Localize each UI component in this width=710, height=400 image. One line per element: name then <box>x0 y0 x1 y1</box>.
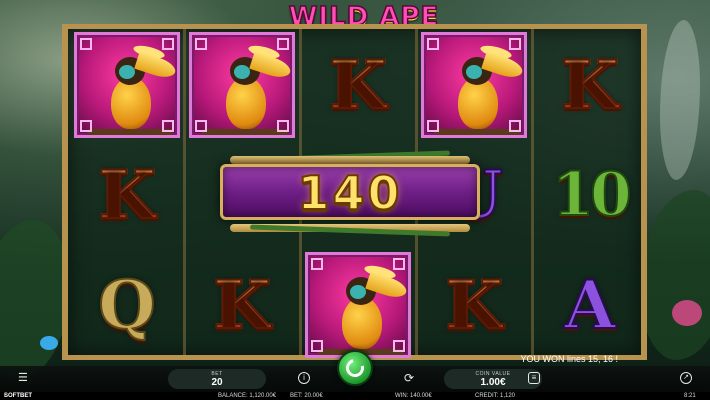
foliage-right <box>640 190 710 360</box>
credit-text: CREDIT: 1,120 <box>475 393 516 399</box>
win-lines-message: YOU WON lines 15, 16 ! <box>520 354 618 364</box>
symbol-label: K <box>560 46 619 124</box>
autoplay-icon[interactable]: ⟳ <box>404 372 414 384</box>
fullscreen-icon[interactable]: ↗ <box>680 372 692 384</box>
symbol-label: K <box>97 156 156 234</box>
symbol-hornbill <box>419 30 529 140</box>
bet-selector[interactable]: BET 20 <box>168 369 266 389</box>
info-icon[interactable]: i <box>298 372 310 384</box>
hornbill-icon <box>189 32 295 138</box>
clock-text: 8:21 <box>684 393 696 399</box>
win-banner: 140 <box>210 150 490 237</box>
waterfall <box>660 20 700 180</box>
symbol-a: A <box>535 250 645 360</box>
hornbill-icon <box>74 32 180 138</box>
win-status-text: WIN: 140.00€ <box>395 393 432 399</box>
spin-icon <box>342 355 368 381</box>
status-bar: i SOFTBET BALANCE: 1,120.00€ BET: 20.00€ … <box>0 392 710 400</box>
bamboo-top <box>230 156 470 164</box>
foliage-left <box>0 220 70 380</box>
symbol-k: K <box>303 30 413 140</box>
menu-icon[interactable]: ☰ <box>18 373 28 384</box>
balance-text: BALANCE: 1,120.00€ <box>218 393 277 399</box>
bet-status-text: BET: 20.00€ <box>290 393 323 399</box>
symbol-hornbill <box>303 250 413 360</box>
symbol-label: K <box>328 46 387 124</box>
symbol-hornbill <box>187 30 297 140</box>
butterfly-decoration <box>40 336 58 350</box>
symbol-hornbill <box>72 30 182 140</box>
coins-icon[interactable]: ≡ <box>528 372 540 384</box>
symbol-k: K <box>419 250 529 360</box>
hornbill-icon <box>305 252 411 358</box>
win-amount: 140 <box>296 165 403 221</box>
symbol-label: K <box>212 266 271 344</box>
symbol-q: Q <box>72 250 182 360</box>
reel-divider <box>531 29 534 355</box>
flower-decoration <box>672 300 702 326</box>
symbol-label: 10 <box>551 160 632 230</box>
symbol-k: K <box>72 140 182 250</box>
reel-divider <box>183 29 186 355</box>
bet-value: 20 <box>211 377 223 388</box>
hornbill-icon <box>421 32 527 138</box>
symbol-k: K <box>187 250 297 360</box>
symbol-k: K <box>535 30 645 140</box>
symbol-label: A <box>563 266 616 344</box>
spin-button[interactable] <box>337 350 373 386</box>
symbol-10: 10 <box>535 140 645 250</box>
symbol-label: Q <box>97 266 156 344</box>
symbol-label: K <box>444 266 503 344</box>
